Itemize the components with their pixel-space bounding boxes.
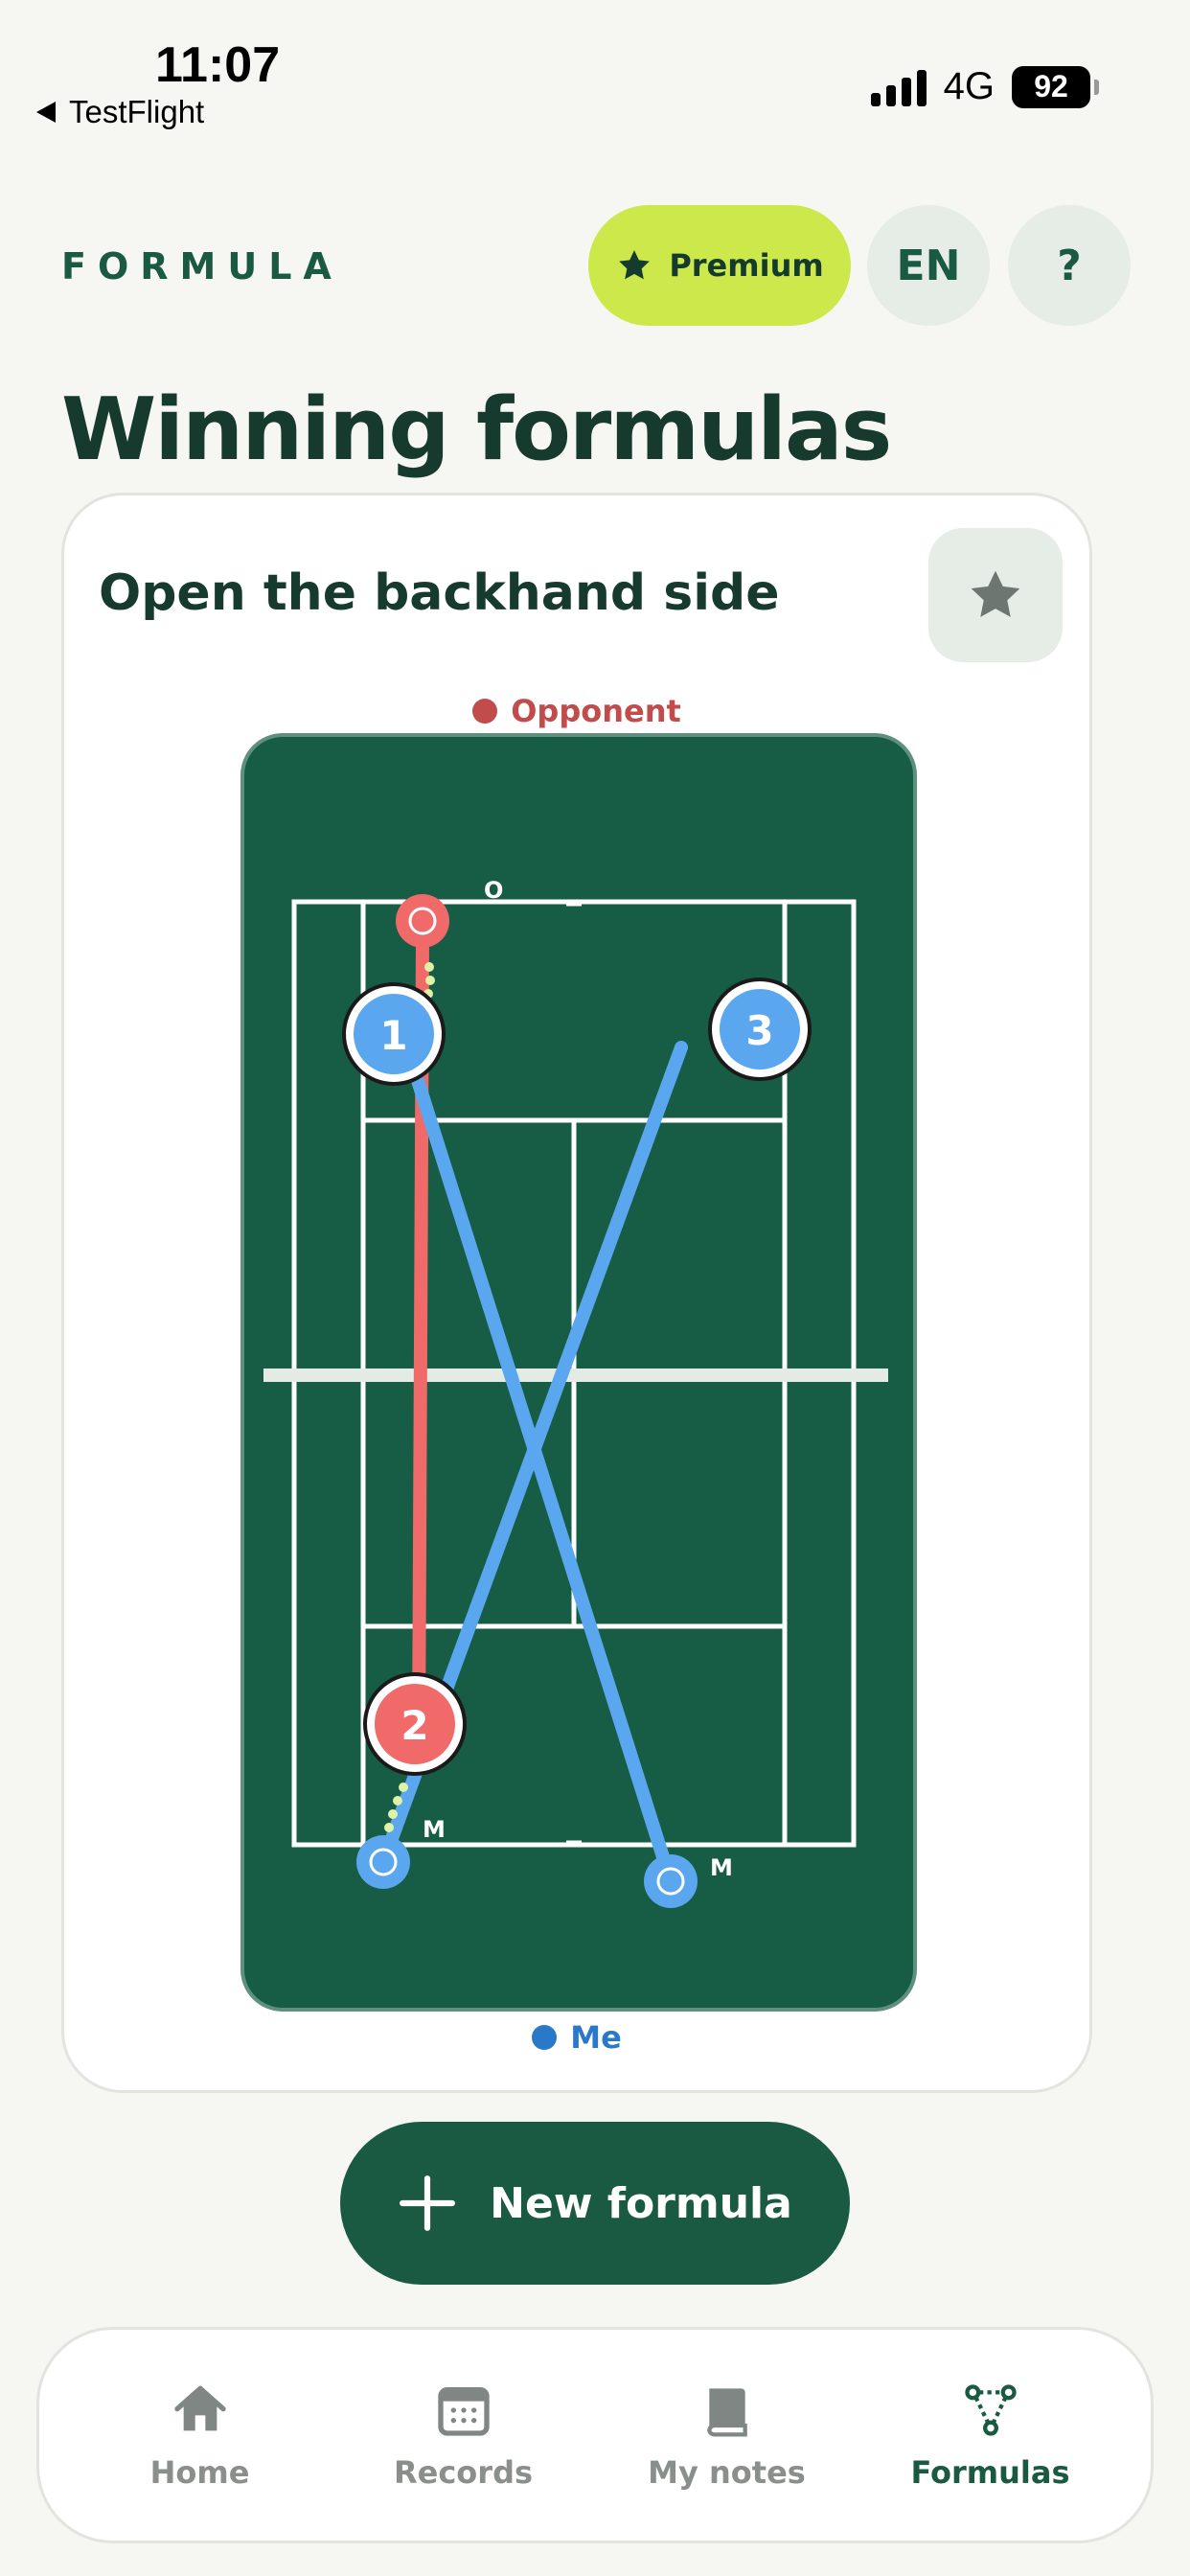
tennis-court-diagram: O M M 1 3 2 xyxy=(240,733,917,2012)
shot-3-number: 3 xyxy=(745,1007,773,1054)
formula-graph-icon xyxy=(964,2384,1017,2436)
net xyxy=(263,1368,888,1382)
star-icon xyxy=(619,250,651,280)
help-button[interactable]: ? xyxy=(1008,205,1131,326)
shot-2-marker: 2 xyxy=(363,1672,467,1776)
back-to-testflight[interactable]: TestFlight xyxy=(36,94,204,130)
new-formula-label: New formula xyxy=(490,2178,792,2228)
legend-opponent: Opponent xyxy=(64,693,1089,729)
home-icon xyxy=(173,2385,226,2431)
brand-logo: FORMULA xyxy=(61,245,343,288)
status-indicators: 4G 92 xyxy=(870,65,1099,108)
me-end-marker xyxy=(644,1854,698,1908)
shot-2-number: 2 xyxy=(400,1702,428,1749)
calendar-icon xyxy=(437,2387,490,2436)
tab-my-notes[interactable]: My notes xyxy=(603,2380,852,2491)
page-title: Winning formulas xyxy=(61,380,892,480)
tab-formulas-label: Formulas xyxy=(910,2454,1070,2491)
me-start-marker xyxy=(356,1835,410,1889)
network-type: 4G xyxy=(943,65,995,107)
tab-my-notes-label: My notes xyxy=(648,2454,806,2491)
legend-me: Me xyxy=(64,2019,1089,2056)
opponent-start-label: O xyxy=(484,877,503,904)
bottom-tab-bar: Home Records My notes Formulas xyxy=(36,2327,1154,2543)
me-dot-icon xyxy=(532,2025,558,2050)
star-icon xyxy=(971,570,1020,617)
book-icon xyxy=(706,2388,747,2437)
new-formula-button[interactable]: New formula xyxy=(340,2122,850,2285)
tab-formulas[interactable]: Formulas xyxy=(866,2380,1115,2491)
premium-button[interactable]: Premium xyxy=(588,205,851,326)
signal-icon xyxy=(870,68,927,106)
formula-title: Open the backhand side xyxy=(99,564,780,622)
battery-icon: 92 xyxy=(1012,65,1099,108)
back-arrow-icon xyxy=(36,102,56,123)
opponent-start-marker xyxy=(396,894,449,948)
status-time: 11:07 xyxy=(155,37,281,93)
legend-me-label: Me xyxy=(570,2019,622,2056)
language-button[interactable]: EN xyxy=(867,205,990,326)
opponent-dot-icon xyxy=(472,699,498,724)
tab-home-label: Home xyxy=(149,2454,250,2491)
tab-records-label: Records xyxy=(393,2454,534,2491)
legend-opponent-label: Opponent xyxy=(511,693,681,729)
tab-home[interactable]: Home xyxy=(76,2380,325,2491)
shot-3-marker: 3 xyxy=(708,978,812,1081)
shot-1-marker: 1 xyxy=(342,982,446,1086)
me-end-label: M xyxy=(710,1854,733,1881)
plus-icon xyxy=(400,2175,456,2231)
favorite-button[interactable] xyxy=(928,528,1063,662)
formula-card[interactable]: Open the backhand side Opponent O M M 1 … xyxy=(61,493,1092,2093)
premium-label: Premium xyxy=(669,247,824,284)
back-label: TestFlight xyxy=(69,94,205,129)
shot-1-number: 1 xyxy=(379,1012,407,1059)
tab-records[interactable]: Records xyxy=(339,2380,588,2491)
me-start-label: M xyxy=(423,1816,446,1843)
